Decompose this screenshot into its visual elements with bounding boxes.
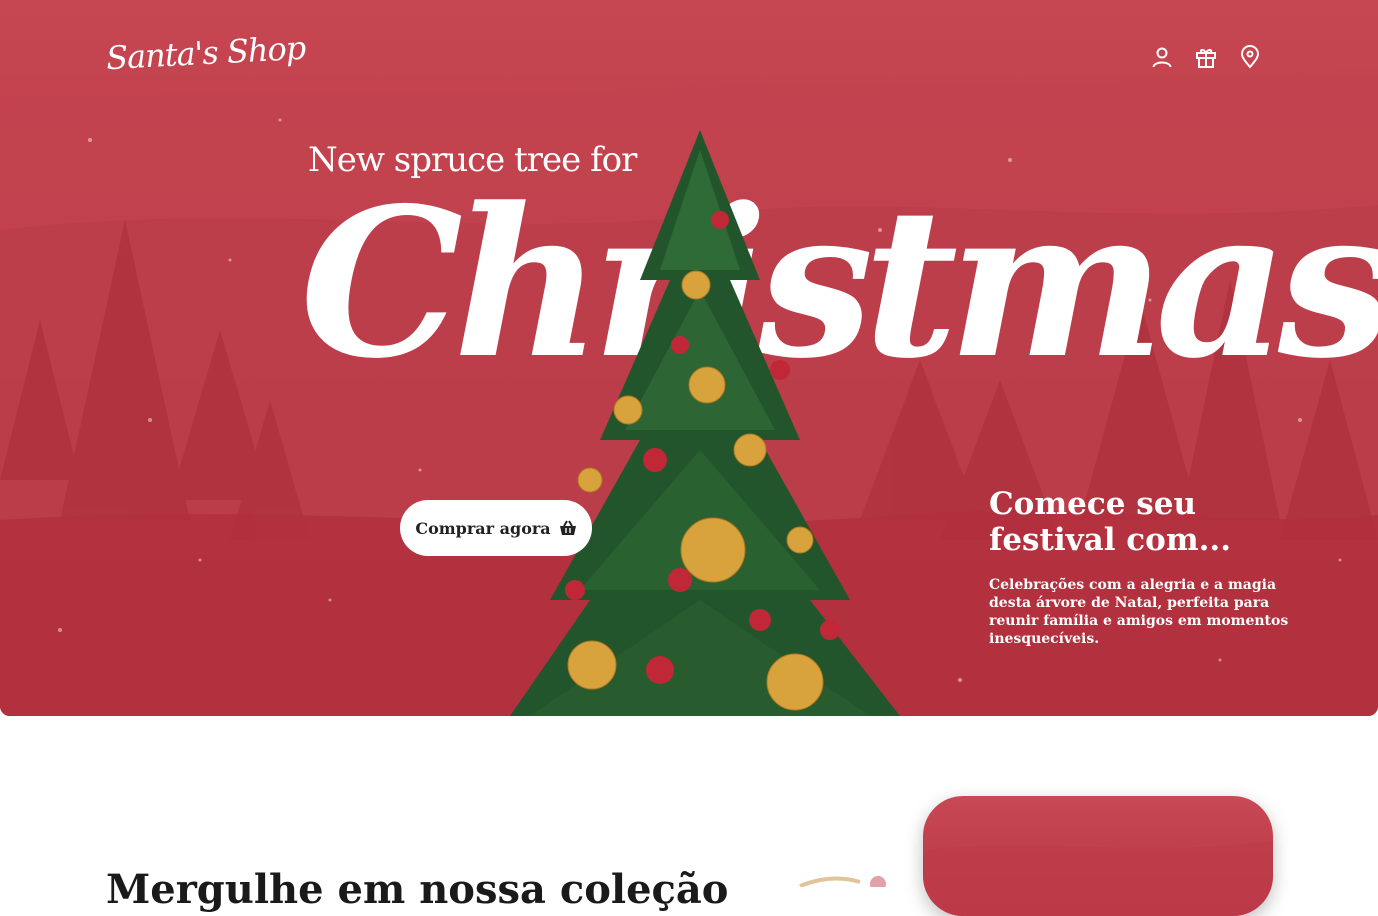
christmas-tree-image bbox=[510, 130, 900, 716]
ornament-decoration bbox=[799, 876, 886, 887]
location-pin-icon[interactable] bbox=[1238, 45, 1262, 69]
side-title: Comece seu festival com... bbox=[989, 486, 1232, 558]
user-icon[interactable] bbox=[1150, 45, 1174, 69]
side-description: Celebrações com a alegria e a magia dest… bbox=[989, 577, 1289, 647]
promo-card[interactable] bbox=[923, 796, 1273, 916]
gift-icon[interactable] bbox=[1194, 45, 1218, 69]
header-icon-bar bbox=[1150, 45, 1262, 69]
promo-card-background bbox=[923, 841, 1273, 916]
collection-title: Mergulhe em nossa coleção bbox=[106, 866, 729, 913]
buy-now-button[interactable]: Comprar agora bbox=[400, 500, 592, 556]
shopping-basket-icon bbox=[559, 520, 576, 535]
hero-side-text: Comece seu festival com... Celebrações c… bbox=[989, 486, 1289, 648]
buy-now-label: Comprar agora bbox=[415, 518, 551, 538]
hero-banner: Santa's Shop New spruce tree for Christm… bbox=[0, 0, 1378, 716]
